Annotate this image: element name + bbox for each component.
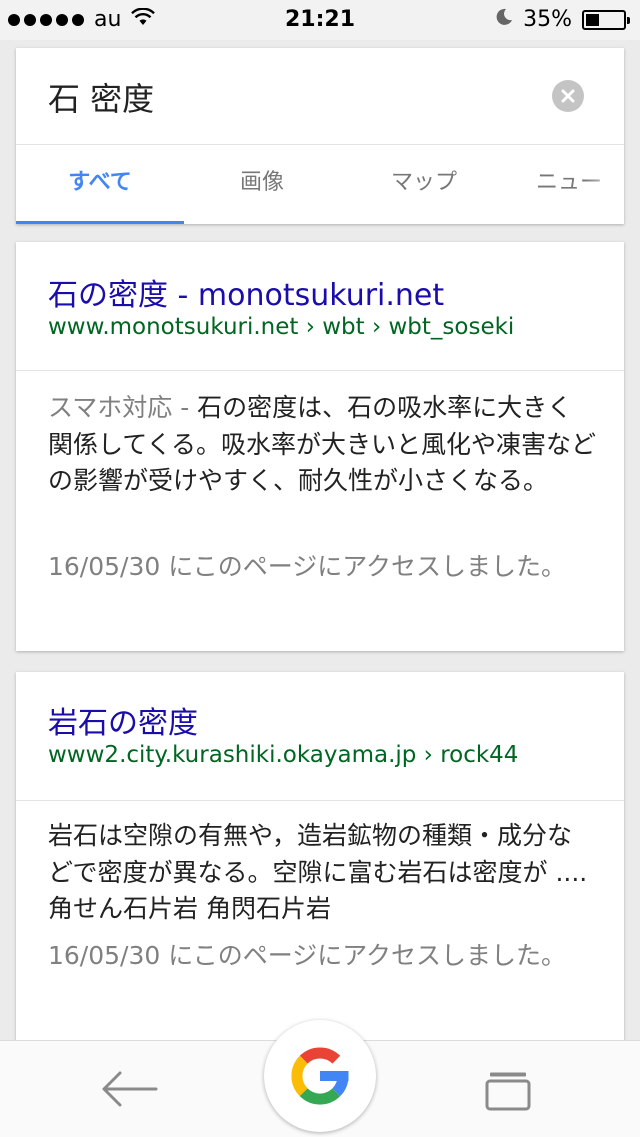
result-title-link[interactable]: 岩石の密度 bbox=[48, 698, 198, 742]
search-result: 岩石の密度 www2.city.kurashiki.okayama.jp › r… bbox=[16, 672, 624, 1072]
status-right: 35% bbox=[495, 7, 630, 32]
result-divider bbox=[16, 370, 624, 371]
tab-maps[interactable]: マップ bbox=[344, 145, 504, 224]
search-result: 石の密度 - monotsukuri.net www.monotsukuri.n… bbox=[16, 242, 624, 651]
tab-images[interactable]: 画像 bbox=[184, 145, 340, 224]
result-title-link[interactable]: 石の密度 - monotsukuri.net bbox=[48, 270, 444, 314]
mobile-friendly-label: スマホ対応 - bbox=[48, 393, 198, 422]
google-logo-icon bbox=[291, 1047, 349, 1105]
result-divider bbox=[16, 800, 624, 801]
active-tab-indicator bbox=[16, 221, 184, 224]
result-snippet-text: 岩石は空隙の有無や，造岩鉱物の種類・成分などで密度が異なる。空隙に富む岩石は密度… bbox=[48, 821, 588, 923]
result-url[interactable]: www2.city.kurashiki.okayama.jp › rock44 bbox=[48, 742, 518, 768]
result-snippet: スマホ対応 - 石の密度は、石の吸水率に大きく関係してくる。吸水率が大きいと風化… bbox=[48, 390, 596, 500]
result-visited-date: 16/05/30 にこのページにアクセスしました。 bbox=[48, 941, 566, 970]
search-card: 石 密度 すべて 画像 マップ ニュー bbox=[16, 48, 624, 224]
result-visited-date: 16/05/30 にこのページにアクセスしました。 bbox=[48, 552, 566, 581]
back-button[interactable] bbox=[100, 1069, 164, 1109]
tab-all[interactable]: すべて bbox=[16, 145, 184, 224]
clear-search-button[interactable] bbox=[552, 80, 584, 112]
search-tabs: すべて 画像 マップ ニュー bbox=[16, 145, 624, 224]
close-icon bbox=[561, 89, 575, 103]
result-url[interactable]: www.monotsukuri.net › wbt › wbt_soseki bbox=[48, 314, 514, 340]
google-search-button[interactable] bbox=[264, 1020, 376, 1132]
moon-icon bbox=[495, 7, 513, 32]
tabs-switcher-button[interactable] bbox=[484, 1071, 532, 1111]
battery-percent: 35% bbox=[523, 7, 572, 32]
tabs-icon bbox=[485, 1072, 531, 1111]
battery-icon bbox=[582, 9, 630, 30]
result-snippet: 岩石は空隙の有無や，造岩鉱物の種類・成分などで密度が異なる。空隙に富む岩石は密度… bbox=[48, 818, 596, 928]
arrow-left-icon bbox=[102, 1071, 158, 1107]
status-bar: au 21:21 35% bbox=[0, 0, 640, 40]
tabs-fade bbox=[584, 145, 624, 224]
search-query[interactable]: 石 密度 bbox=[48, 74, 154, 120]
